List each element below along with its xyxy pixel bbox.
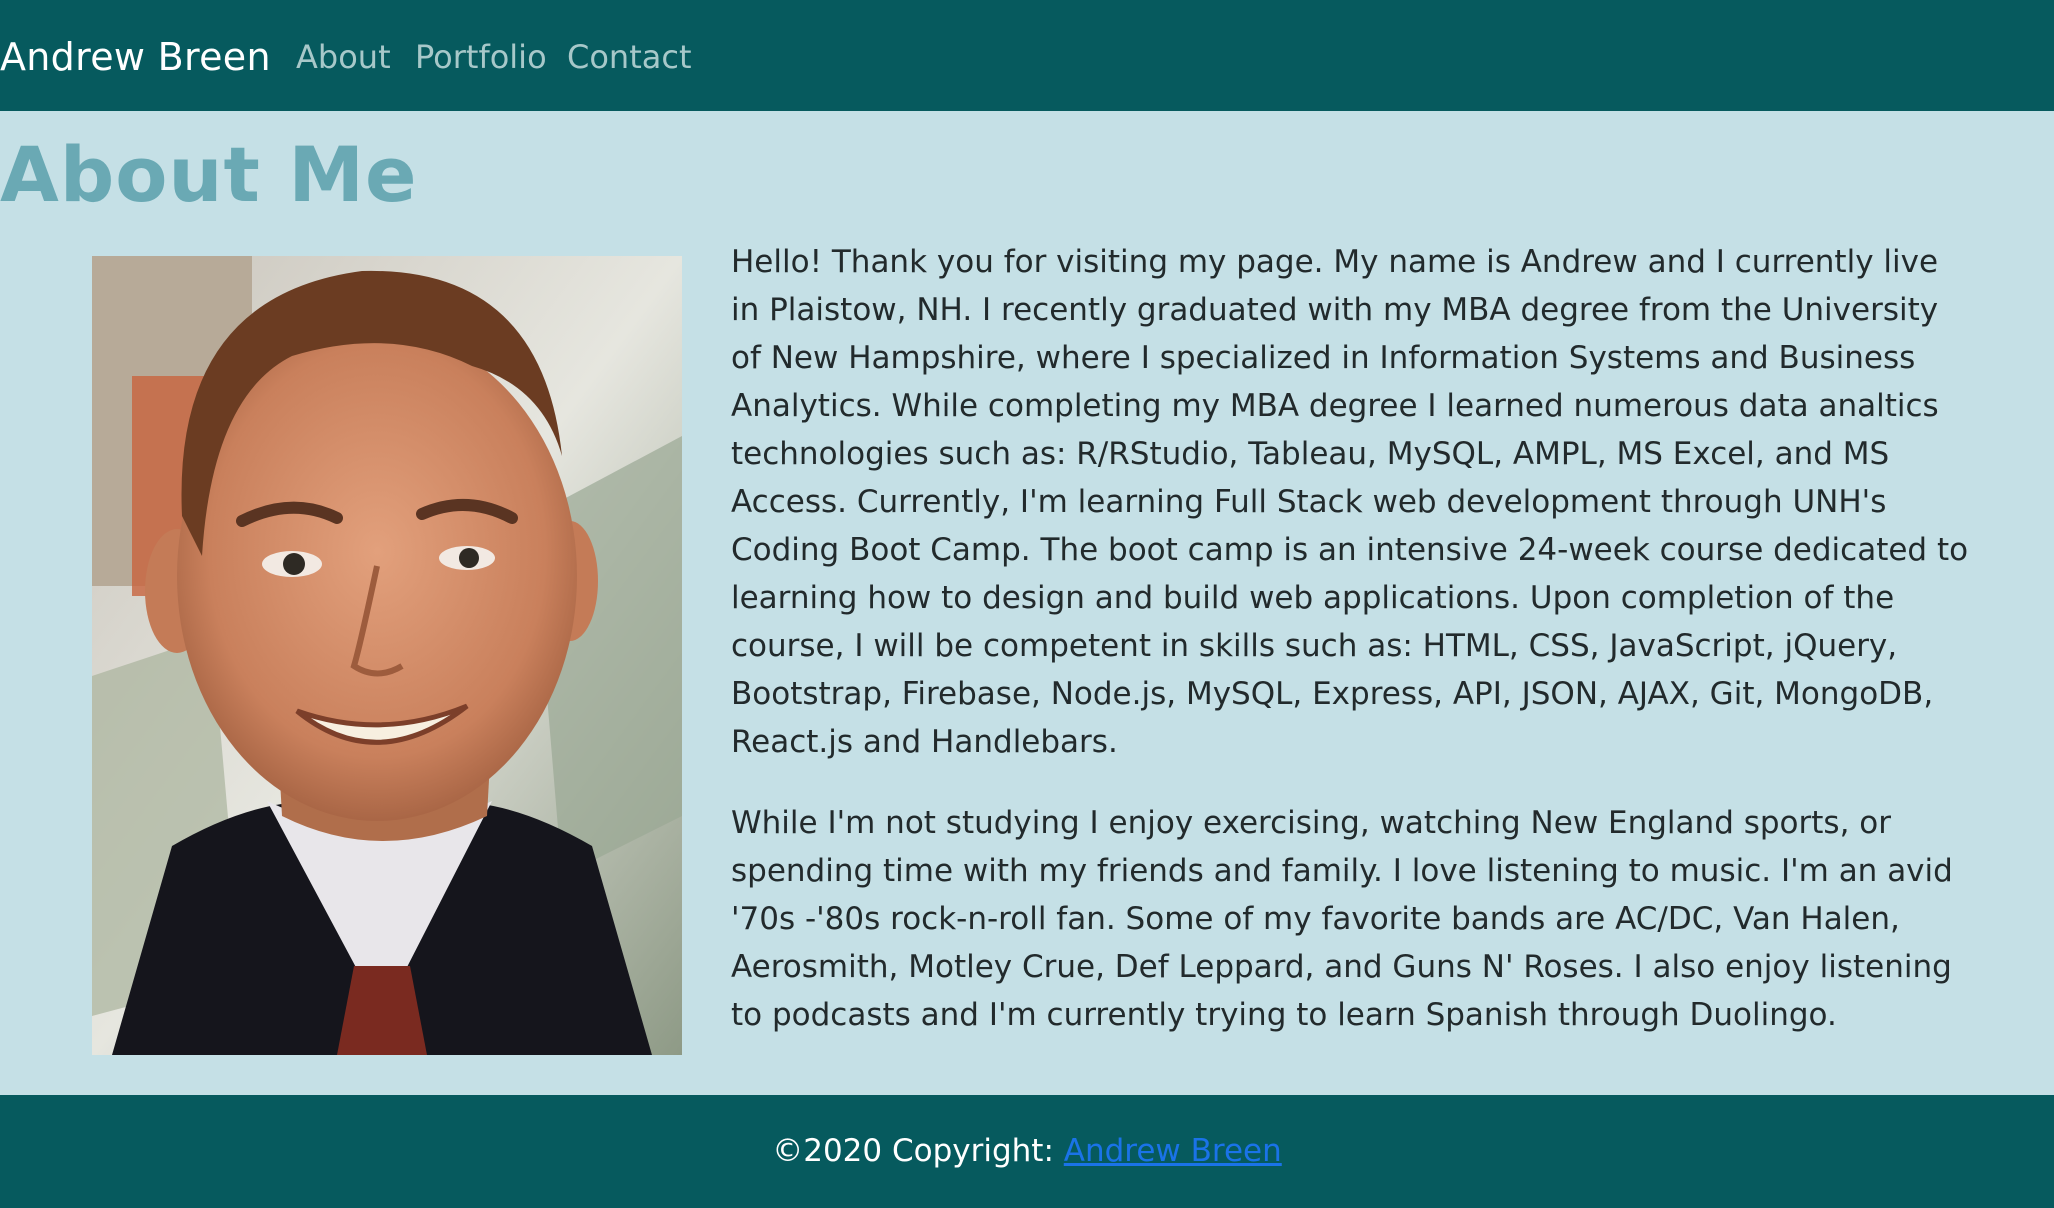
copyright-label: ©2020 Copyright: <box>772 1133 1064 1169</box>
bio-paragraph: Hello! Thank you for visiting my page. M… <box>731 244 1969 760</box>
footer: ©2020 Copyright: Andrew Breen <box>0 1095 2054 1208</box>
page-title: About Me <box>0 130 418 219</box>
bio-text: Hello! Thank you for visiting my page. M… <box>731 238 1971 1072</box>
nav-link-about[interactable]: About <box>296 38 391 76</box>
nav-link-portfolio[interactable]: Portfolio <box>415 38 547 76</box>
footer-copyright: ©2020 Copyright: Andrew Breen <box>0 1133 2054 1169</box>
navbar: Andrew Breen About Portfolio Contact <box>0 0 2054 111</box>
footer-author-link[interactable]: Andrew Breen <box>1064 1133 1282 1169</box>
bio-paragraph: While I'm not studying I enjoy exercisin… <box>731 805 1953 1033</box>
nav-link-contact[interactable]: Contact <box>567 38 692 76</box>
profile-photo <box>92 256 682 1055</box>
brand-link[interactable]: Andrew Breen <box>0 35 271 79</box>
